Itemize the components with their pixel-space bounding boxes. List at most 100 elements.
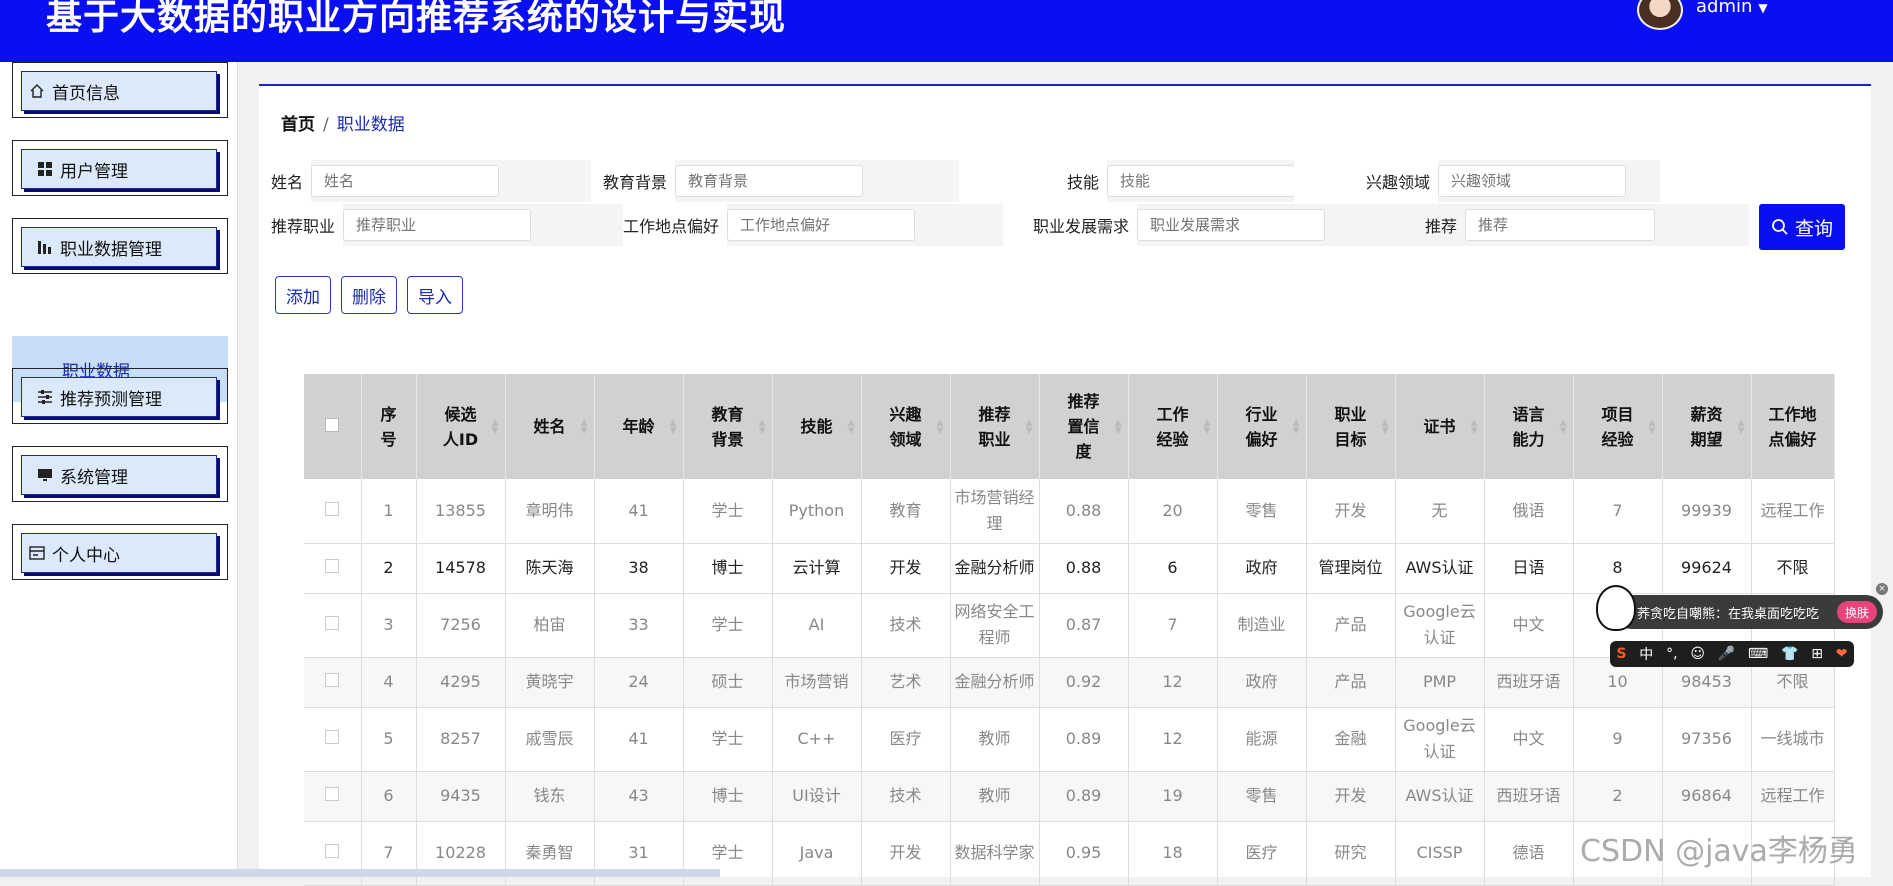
table-row[interactable]: 1 13855 章明伟 41 学士 Python 教育 市场营销经理 0.88 … [304,479,1835,544]
header-skills[interactable]: 技能 ▲ ▼ [772,374,862,479]
skills-input[interactable] [1107,165,1296,197]
toolbox-icon[interactable]: ⊞ [1811,646,1823,662]
table-cell: 不限 [1751,543,1835,594]
row-checkbox[interactable] [325,673,340,687]
favorite-icon[interactable]: ❤ [1836,646,1848,662]
header-experience[interactable]: 工作经验 ▲ ▼ [1128,374,1218,479]
row-checkbox[interactable] [325,501,340,516]
sidebar-item-label: 系统管理 [60,467,128,488]
breadcrumb-home[interactable]: 首页 [281,115,315,135]
header-education[interactable]: 教育背景 ▲ ▼ [683,374,773,479]
sidebar-item-jobdata[interactable]: 职业数据管理 [21,227,217,267]
table-cell: 4295 [416,657,506,708]
header-industry[interactable]: 行业偏好 ▲ ▼ [1217,374,1307,479]
chevron-down-icon: ▼ [1758,1,1768,15]
microphone-icon[interactable]: 🎤 [1718,646,1735,662]
sidebar-item-profile[interactable]: 个人中心 [21,533,217,573]
import-button[interactable]: 导入 [407,276,463,314]
monitor-icon [36,466,54,484]
horizontal-scrollbar[interactable] [0,869,720,877]
header-certificate[interactable]: 证书 ▲ ▼ [1395,374,1485,479]
table-cell: 中文 [1484,593,1574,658]
ime-skin-button[interactable]: 换肤 [1836,601,1877,623]
skin-icon[interactable]: 👕 [1781,646,1798,662]
sidebar-item-users[interactable]: 用户管理 [21,149,217,189]
sort-icon[interactable]: ▲ ▼ [1382,418,1389,435]
sogou-logo-icon[interactable]: S [1616,646,1626,662]
table-row[interactable]: 2 14578 陈天海 38 博士 云计算 开发 金融分析师 0.88 6 政府… [304,543,1835,594]
row-checkbox[interactable] [325,616,340,630]
table-row[interactable]: 4 4295 黄晓宇 24 硕士 市场营销 艺术 金融分析师 0.92 12 政… [304,657,1835,708]
table-cell: Google云认证 [1395,593,1485,658]
sort-icon[interactable]: ▲ ▼ [1115,418,1122,435]
sort-icon[interactable]: ▲ ▼ [581,418,588,435]
header-recommended-job[interactable]: 推荐职业 ▲ ▼ [950,374,1040,479]
sort-icon[interactable]: ▲ ▼ [492,418,499,435]
sort-icon[interactable]: ▲ ▼ [937,418,944,435]
sort-icon[interactable]: ▲ ▼ [670,418,677,435]
header-index: 序号 [361,374,417,479]
table-cell: 西班牙语 [1484,771,1574,822]
sort-icon[interactable]: ▲ ▼ [1293,418,1300,435]
select-all-checkbox[interactable] [325,418,340,432]
search-button[interactable]: 查询 [1759,204,1845,250]
add-button[interactable]: 添加 [275,276,331,314]
sort-icon[interactable]: ▲ ▼ [1204,418,1211,435]
header-name[interactable]: 姓名 ▲ ▼ [505,374,595,479]
header-language[interactable]: 语言能力 ▲ ▼ [1484,374,1574,479]
recommended-job-input[interactable] [343,209,532,241]
delete-button[interactable]: 删除 [341,276,397,314]
sort-icon[interactable]: ▲ ▼ [848,418,855,435]
table-cell: 12 [1128,657,1218,708]
row-checkbox[interactable] [325,559,340,573]
header-confidence[interactable]: 推荐置信度 ▲ ▼ [1039,374,1129,479]
table-cell: 0.89 [1039,771,1129,822]
location-input[interactable] [727,209,916,241]
table-cell: 12 [1128,707,1218,772]
table-cell: 零售 [1217,771,1307,822]
header-interest[interactable]: 兴趣领域 ▲ ▼ [861,374,951,479]
table-row[interactable]: 5 8257 戚雪辰 41 学士 C++ 医疗 教师 0.89 12 能源 金融… [304,707,1835,772]
header-location[interactable]: 工作地点偏好 [1751,374,1835,479]
sidebar-group-users: 用户管理 [12,140,228,196]
education-input[interactable] [675,165,864,197]
header-career-goal[interactable]: 职业目标 ▲ ▼ [1306,374,1396,479]
filter-interest: 兴趣领域 [1294,160,1660,202]
sort-icon[interactable]: ▲ ▼ [1026,418,1033,435]
header-label: 项目经验 [1601,404,1634,449]
sidebar-item-home[interactable]: 首页信息 [21,71,217,111]
name-input[interactable] [311,165,500,197]
table-row[interactable]: 6 9435 钱东 43 博士 UI设计 技术 教师 0.89 19 零售 开发… [304,771,1835,822]
sort-icon[interactable]: ▲ ▼ [1560,418,1567,435]
row-checkbox[interactable] [325,730,340,744]
header-projects[interactable]: 项目经验 ▲ ▼ [1573,374,1663,479]
data-table: 序号 候选人ID ▲ ▼ 姓名 ▲ ▼ 年龄 ▲ ▼ 教育背景 ▲ ▼ 技能 ▲ ▼ 兴趣领域 ▲ ▼ … [304,374,1835,886]
header-salary[interactable]: 薪资期望 ▲ ▼ [1662,374,1752,479]
ime-lang-toggle[interactable]: 中 [1639,644,1653,664]
sort-icon[interactable]: ▲ ▼ [759,418,766,435]
filter-recommend: 推荐 [1413,204,1749,246]
header-candidate-id[interactable]: 候选人ID ▲ ▼ [416,374,506,479]
sort-icon[interactable]: ▲ ▼ [1649,418,1656,435]
sidebar-item-system[interactable]: 系统管理 [21,455,217,495]
header-age[interactable]: 年龄 ▲ ▼ [594,374,684,479]
recommend-input[interactable] [1465,209,1656,241]
table-cell: 19 [1128,771,1218,822]
close-icon[interactable]: × [1876,583,1888,595]
row-checkbox[interactable] [325,844,340,858]
sort-icon[interactable]: ▲ ▼ [1738,418,1745,435]
user-menu[interactable]: admin ▼ [1696,0,1768,17]
emoji-icon[interactable]: ☺ [1690,646,1705,662]
ime-punct-icon[interactable]: °, [1666,646,1677,662]
row-checkbox[interactable] [325,787,340,801]
interest-input[interactable] [1438,165,1627,197]
table-cell: 管理岗位 [1306,543,1396,594]
sidebar-group-home: 首页信息 [12,62,228,118]
home-icon [28,82,46,100]
keyboard-icon[interactable]: ⌨ [1748,646,1768,662]
career-needs-input[interactable] [1137,209,1326,241]
sidebar-item-predict[interactable]: 推荐预测管理 [21,377,217,417]
user-avatar[interactable] [1637,0,1683,30]
sort-icon[interactable]: ▲ ▼ [1471,418,1478,435]
table-cell: UI设计 [772,771,862,822]
